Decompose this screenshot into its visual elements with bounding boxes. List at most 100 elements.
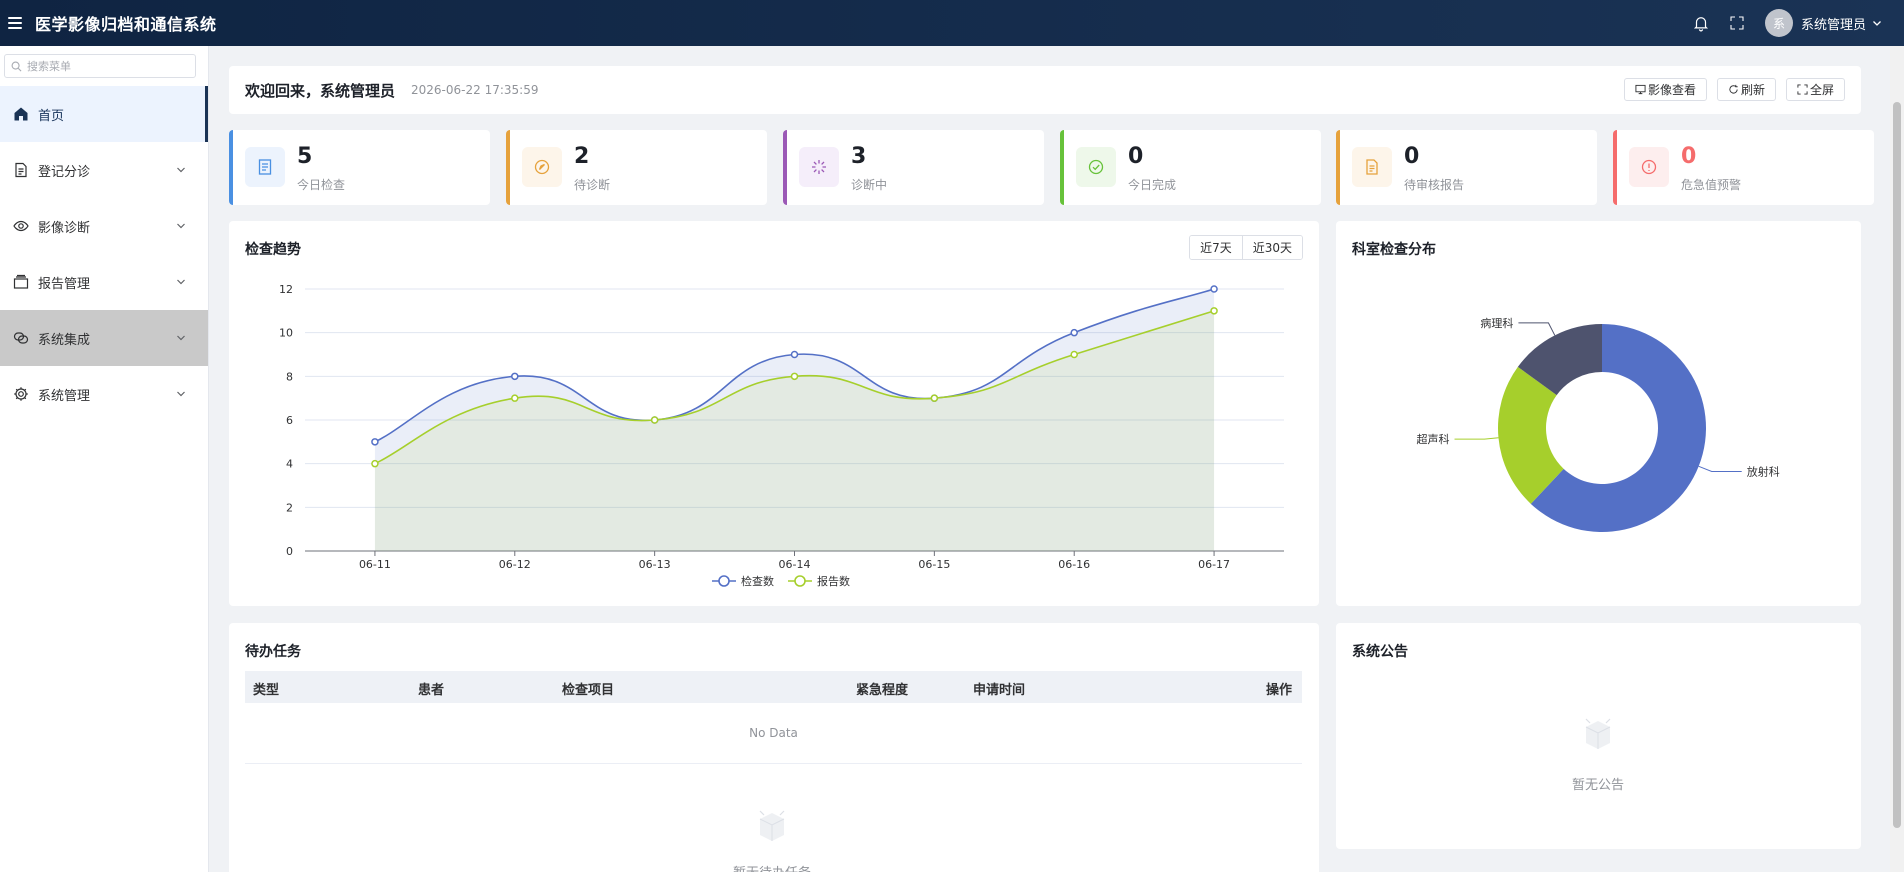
data-point[interactable] [1210,285,1218,293]
stat-label: 诊断中 [851,178,888,192]
chevron-down-icon [177,279,185,285]
data-point[interactable] [930,394,939,402]
chevron-down-icon[interactable] [1872,18,1882,28]
stat-accent-bar [1336,130,1340,205]
eye-icon [13,220,29,232]
stat-card-in-diagnosis[interactable]: 3 诊断中 [783,130,1044,205]
fullscreen-button[interactable]: 全屏 [1785,78,1845,101]
menu-toggle-icon[interactable] [8,17,22,29]
x-tick-label: 06-12 [499,558,531,571]
data-point[interactable] [511,372,519,381]
tasks-table-header: 类型 患者 检查项目 紧急程度 申请时间 操作 [245,671,1302,703]
y-tick-label: 2 [286,501,293,514]
gear-icon [14,387,28,401]
y-tick-label: 6 [286,414,293,427]
avatar[interactable]: 系 [1764,9,1793,37]
stat-icon-box [1352,147,1392,187]
refresh-label: 刷新 [1740,83,1765,97]
image-view-button[interactable]: 影像查看 [1623,78,1707,101]
user-name[interactable]: 系统管理员 [1801,14,1866,33]
chevron-down-icon [177,391,185,397]
pie-label-line [1518,322,1556,336]
x-tick-label: 06-17 [1198,558,1230,571]
scrollbar-thumb[interactable] [1893,102,1901,828]
check-icon [1088,159,1104,175]
sidebar-item-registration[interactable]: 登记分诊 [0,142,208,198]
x-tick-label: 06-13 [639,558,671,571]
link-icon [13,332,29,344]
stat-card-today-completed[interactable]: 0 今日完成 [1060,130,1321,205]
notice-empty-text: 暂无公告 [1571,778,1624,793]
col-patient: 患者 [418,683,445,698]
col-request-time: 申请时间 [973,683,1026,698]
tasks-no-data: No Data [245,703,1302,764]
header-actions: 系 系统管理员 [1692,0,1882,46]
folder-icon [13,274,29,289]
stat-card-today-exams[interactable]: 5 今日检查 [229,130,490,205]
tasks-card: 待办任务 类型 患者 检查项目 紧急程度 申请时间 操作 No Data 暂无待… [229,623,1319,872]
sidebar-item-label: 报告管理 [38,276,91,292]
stat-card-pending-review[interactable]: 0 待审核报告 [1336,130,1597,205]
sidebar-item-label: 首页 [38,108,65,124]
stat-value: 5 [297,144,313,169]
x-tick-label: 06-14 [779,558,811,571]
stat-accent-bar [783,130,787,205]
data-point[interactable] [371,459,379,468]
document-icon [15,162,27,178]
sidebar-item-diagnosis[interactable]: 影像诊断 [0,198,208,254]
sidebar-nav: 首页 登记分诊 影像诊断 报告管理 系统集成 系统管理 [0,86,208,422]
data-point[interactable] [790,372,799,381]
compass-icon [534,159,550,175]
monitor-icon [1635,84,1646,95]
data-point[interactable] [650,416,659,424]
stat-label: 待诊断 [574,178,611,192]
chevron-down-icon [177,167,185,173]
stat-value: 2 [574,144,590,169]
col-urgency: 紧急程度 [856,683,909,698]
empty-box-icon [759,810,785,841]
sidebar-item-home[interactable]: 首页 [0,86,208,142]
trend-card: 检查趋势 近7天 近30天 0 2 4 6 8 10 12 06-11 06-12 06-13 06… [229,221,1319,606]
trend-chart: 0 2 4 6 8 10 12 06-11 06-12 06-13 06-14 06-15 06-16 0… [279,283,1284,588]
menu-search-input[interactable] [27,59,187,73]
data-point[interactable] [1210,307,1218,315]
dept-pie-chart: 放射科 超声科 病理科 [1417,316,1780,532]
stat-label: 待审核报告 [1404,178,1465,192]
data-point[interactable] [511,394,519,402]
refresh-button[interactable]: 刷新 [1716,78,1776,101]
stat-label: 今日检查 [297,178,346,192]
stat-card-critical-alert[interactable]: 0 危急值预警 [1613,130,1874,205]
data-point[interactable] [790,350,799,359]
tasks-empty-text: 暂无待办任务 [672,862,872,872]
chevron-down-icon [177,223,185,229]
stat-card-pending-diagnosis[interactable]: 2 待诊断 [506,130,767,205]
fullscreen-icon[interactable] [1729,15,1745,31]
stat-accent-bar [506,130,510,205]
sidebar-item-integration[interactable]: 系统集成 [0,310,208,366]
welcome-text: 欢迎回来，系统管理员 [245,81,396,100]
stat-icon-box [1076,147,1116,187]
x-tick-label: 06-16 [1058,558,1090,571]
chevron-down-icon [177,335,185,341]
welcome-time: 2026-06-22 17:35:59 [411,83,539,97]
data-point[interactable] [1070,350,1078,359]
menu-search-box [4,54,196,78]
notice-card: 系统公告 暂无公告 [1336,623,1861,849]
bell-icon[interactable] [1692,14,1710,32]
sidebar-item-system[interactable]: 系统管理 [0,366,208,422]
stat-icon-box [522,147,562,187]
stat-value: 3 [851,144,867,169]
page-scrollbar[interactable] [1890,46,1904,872]
fullscreen-label: 全屏 [1809,83,1834,97]
welcome-bar: 欢迎回来，系统管理员 2026-06-22 17:35:59 影像查看 刷新 全… [229,66,1861,114]
notice-title: 系统公告 [1352,644,1408,660]
legend-label[interactable]: 检查数 [741,574,774,588]
sidebar-item-reports[interactable]: 报告管理 [0,254,208,310]
legend-label[interactable]: 报告数 [817,574,850,588]
loading-icon [812,160,826,174]
sidebar-item-label: 系统管理 [38,388,91,404]
stat-icon-box [245,147,285,187]
data-point[interactable] [371,438,379,446]
empty-box-icon [1585,718,1611,749]
data-point[interactable] [1070,328,1078,337]
